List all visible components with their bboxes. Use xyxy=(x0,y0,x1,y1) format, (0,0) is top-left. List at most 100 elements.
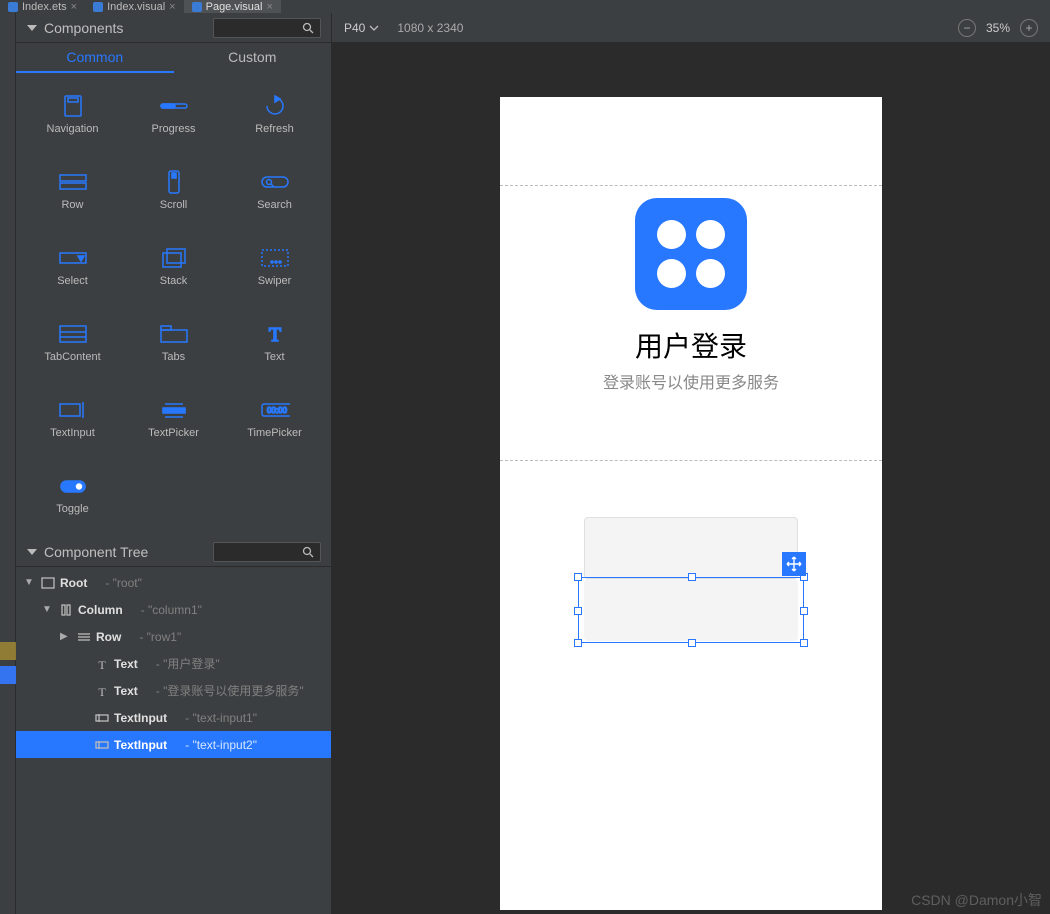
tab-common[interactable]: Common xyxy=(16,43,174,73)
comp-textinput[interactable]: TextInput xyxy=(24,389,121,449)
tab-custom[interactable]: Custom xyxy=(174,43,332,73)
comp-toggle[interactable]: Toggle xyxy=(24,465,121,525)
svg-text:T: T xyxy=(268,324,280,345)
file-tab-label: Index.ets xyxy=(22,1,67,13)
comp-stack[interactable]: Stack xyxy=(125,237,222,297)
close-icon[interactable]: × xyxy=(71,1,77,13)
tree-arrow-icon[interactable]: ▼ xyxy=(24,577,36,588)
tree-node-name: Row xyxy=(96,630,121,644)
canvas-dimensions: 1080 x 2340 xyxy=(397,21,463,35)
collapse-icon[interactable] xyxy=(26,546,38,558)
tree-search[interactable] xyxy=(213,542,321,562)
comp-label: Row xyxy=(61,199,83,211)
device-label: P40 xyxy=(344,21,365,35)
comp-label: TextInput xyxy=(50,427,95,439)
stack-icon xyxy=(159,247,189,269)
zoom-percent: 35% xyxy=(986,21,1010,35)
canvas-body[interactable]: 用户登录 登录账号以使用更多服务 xyxy=(332,43,1050,914)
comp-navigation[interactable]: Navigation xyxy=(24,85,121,145)
tree-node-sub: - "root" xyxy=(105,576,142,590)
comp-tabs[interactable]: Tabs xyxy=(125,313,222,373)
comp-tabcontent[interactable]: TabContent xyxy=(24,313,121,373)
file-tab-label: Index.visual xyxy=(107,1,165,13)
comp-swiper[interactable]: Swiper xyxy=(226,237,323,297)
tabs-icon xyxy=(159,323,189,345)
components-title: Components xyxy=(44,20,213,36)
tree-node-icon: T xyxy=(94,685,110,697)
comp-label: Progress xyxy=(151,123,195,135)
tree-node-root[interactable]: ▼ Root - "root" xyxy=(16,569,331,596)
watermark: CSDN @Damon小智 xyxy=(911,890,1042,910)
project-sidebar xyxy=(0,13,16,914)
close-icon[interactable]: × xyxy=(266,1,272,13)
text-input-1[interactable] xyxy=(584,517,798,579)
tree-node-icon: T xyxy=(94,658,110,670)
tree-arrow-icon[interactable]: ▶ xyxy=(60,631,72,642)
tree-arrow-icon[interactable]: ▼ xyxy=(42,604,54,615)
file-tab-index-ets[interactable]: Index.ets × xyxy=(0,0,85,13)
zoom-out-button[interactable]: − xyxy=(958,19,976,37)
file-tab-index-visual[interactable]: Index.visual × xyxy=(85,0,184,13)
component-tree[interactable]: ▼ Root - "root"▼Column- "column1" ▶ Row - "ro… xyxy=(16,567,331,914)
move-icon xyxy=(786,556,802,572)
comp-refresh[interactable]: Refresh xyxy=(226,85,323,145)
login-title: 用户登录 xyxy=(500,325,882,365)
comp-label: Stack xyxy=(160,275,188,287)
phone-preview[interactable]: 用户登录 登录账号以使用更多服务 xyxy=(500,97,882,910)
comp-label: Text xyxy=(264,351,284,363)
comp-select[interactable]: Select xyxy=(24,237,121,297)
device-selector[interactable]: P40 xyxy=(344,21,379,35)
comp-text[interactable]: T Text xyxy=(226,313,323,373)
tree-node-icon xyxy=(94,739,110,751)
tree-node-sub: - "登录账号以使用更多服务" xyxy=(156,682,304,699)
project-highlight xyxy=(0,666,16,684)
tree-node-textinput[interactable]: ▶TextInput- "text-input2" xyxy=(16,731,331,758)
row-icon xyxy=(58,171,88,193)
comp-search[interactable]: Search xyxy=(226,161,323,221)
comp-label: Tabs xyxy=(162,351,185,363)
zoom-in-button[interactable]: + xyxy=(1020,19,1038,37)
comp-timepicker[interactable]: 00:00TimePicker xyxy=(226,389,323,449)
collapse-icon[interactable] xyxy=(26,22,38,34)
file-tab-page-visual[interactable]: Page.visual × xyxy=(184,0,281,13)
tree-node-textinput[interactable]: ▶TextInput- "text-input1" xyxy=(16,704,331,731)
search-icon xyxy=(302,546,314,558)
close-icon[interactable]: × xyxy=(169,1,175,13)
tree-node-sub: - "text-input1" xyxy=(185,711,257,725)
selection-frame xyxy=(578,577,804,643)
svg-text:T: T xyxy=(98,658,106,670)
tree-node-icon xyxy=(94,712,110,724)
text-icon: T xyxy=(260,323,290,345)
components-search[interactable] xyxy=(213,18,321,38)
tree-node-text[interactable]: ▶TText- "登录账号以使用更多服务" xyxy=(16,677,331,704)
comp-row[interactable]: Row xyxy=(24,161,121,221)
comp-label: TabContent xyxy=(44,351,100,363)
textinput-icon xyxy=(58,399,88,421)
comp-progress[interactable]: Progress xyxy=(125,85,222,145)
tree-node-name: TextInput xyxy=(114,711,167,725)
swiper-icon xyxy=(260,247,290,269)
file-tab-label: Page.visual xyxy=(206,1,263,13)
tree-node-name: TextInput xyxy=(114,738,167,752)
search-icon xyxy=(302,22,314,34)
tree-node-name: Root xyxy=(60,576,87,590)
canvas-toolbar: P40 1080 x 2340 − 35% + xyxy=(332,13,1050,43)
refresh-icon xyxy=(260,95,290,117)
comp-label: Select xyxy=(57,275,88,287)
move-handle[interactable] xyxy=(782,552,806,576)
comp-textpicker[interactable]: TextPicker xyxy=(125,389,222,449)
app-logo xyxy=(635,198,747,310)
components-header: Components xyxy=(16,13,331,43)
comp-scroll[interactable]: Scroll xyxy=(125,161,222,221)
login-subtitle: 登录账号以使用更多服务 xyxy=(500,369,882,393)
comp-label: Navigation xyxy=(47,123,99,135)
comp-label: TimePicker xyxy=(247,427,302,439)
select-icon xyxy=(58,247,88,269)
tree-node-row[interactable]: ▶Row- "row1" xyxy=(16,623,331,650)
navigation-icon xyxy=(58,95,88,117)
tree-node-icon xyxy=(76,631,92,643)
tree-title: Component Tree xyxy=(44,544,213,560)
tree-node-text[interactable]: ▶TText- "用户登录" xyxy=(16,650,331,677)
tree-node-column[interactable]: ▼Column- "column1" xyxy=(16,596,331,623)
tree-header: Component Tree xyxy=(16,537,331,567)
